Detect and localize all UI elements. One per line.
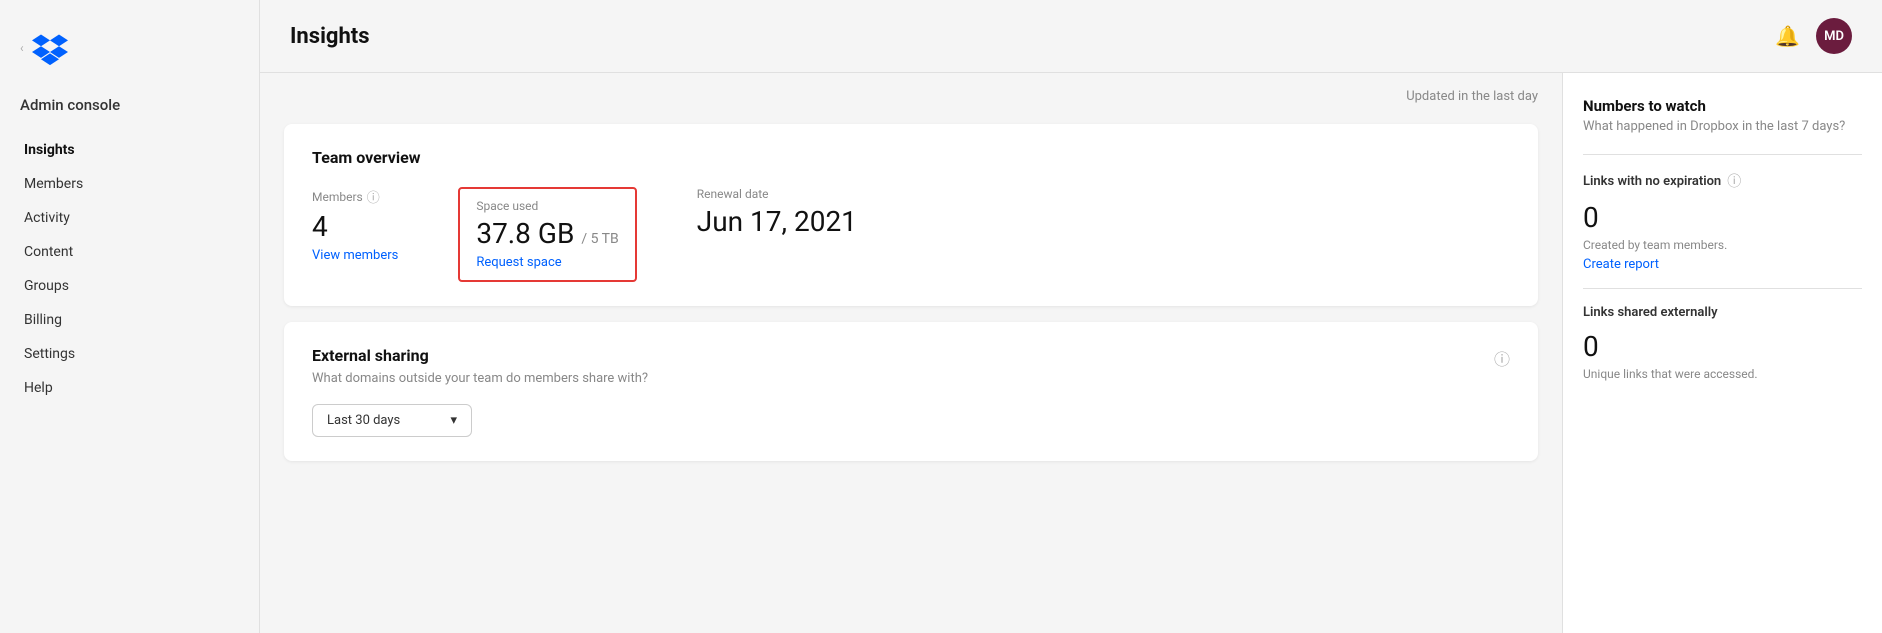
dropdown-value: Last 30 days: [327, 413, 400, 428]
panel-divider: [1583, 154, 1862, 155]
links-no-expiration-label: Links with no expiration ⓘ: [1583, 171, 1862, 191]
external-sharing-title-group: External sharing What domains outside yo…: [312, 346, 648, 404]
main-content: Insights 🔔 MD Updated in the last day Te…: [260, 0, 1882, 633]
panel-divider-2: [1583, 288, 1862, 289]
renewal-stat: Renewal date Jun 17, 2021: [697, 187, 857, 239]
members-label: Members ⓘ: [312, 187, 398, 206]
team-overview-grid: Members ⓘ 4 View members Space used 37.8…: [312, 187, 1510, 282]
content-area: Updated in the last day Team overview Me…: [260, 73, 1562, 633]
renewal-label: Renewal date: [697, 187, 857, 201]
external-sharing-title: External sharing: [312, 346, 648, 365]
links-no-expiration-desc: Created by team members.: [1583, 238, 1862, 252]
renewal-value: Jun 17, 2021: [697, 205, 857, 239]
header-right: 🔔 MD: [1775, 18, 1852, 54]
links-shared-externally-value: 0: [1583, 330, 1862, 363]
panel-title: Numbers to watch: [1583, 97, 1862, 115]
notifications-icon[interactable]: 🔔: [1775, 24, 1800, 48]
sidebar-item-activity[interactable]: Activity: [12, 202, 247, 234]
external-sharing-header: External sharing What domains outside yo…: [312, 346, 1510, 404]
team-overview-card: Team overview Members ⓘ 4 View members S…: [284, 124, 1538, 306]
sidebar-item-groups[interactable]: Groups: [12, 270, 247, 302]
dropbox-logo: [32, 30, 68, 66]
team-overview-title: Team overview: [312, 148, 1510, 167]
space-used-stat: Space used 37.8 GB / 5 TB Request space: [458, 187, 636, 282]
space-used-value: 37.8 GB / 5 TB: [476, 217, 618, 251]
space-used-label: Space used: [476, 199, 618, 213]
members-info-icon[interactable]: ⓘ: [367, 187, 380, 206]
right-panel: Numbers to watch What happened in Dropbo…: [1562, 73, 1882, 633]
links-shared-externally-label: Links shared externally: [1583, 305, 1862, 320]
external-sharing-card: External sharing What domains outside yo…: [284, 322, 1538, 461]
sidebar-item-help[interactable]: Help: [12, 372, 247, 404]
request-space-link[interactable]: Request space: [476, 255, 618, 270]
links-no-exp-info-icon[interactable]: ⓘ: [1727, 171, 1741, 191]
create-report-link[interactable]: Create report: [1583, 257, 1659, 272]
external-sharing-subtitle: What domains outside your team do member…: [312, 371, 648, 386]
sidebar-item-settings[interactable]: Settings: [12, 338, 247, 370]
sidebar-item-billing[interactable]: Billing: [12, 304, 247, 336]
sidebar: ‹ Admin console Insights Members Activit…: [0, 0, 260, 633]
external-sharing-info-icon[interactable]: ⓘ: [1494, 346, 1510, 370]
panel-subtitle: What happened in Dropbox in the last 7 d…: [1583, 119, 1862, 134]
view-members-link[interactable]: View members: [312, 248, 398, 263]
links-shared-externally-desc: Unique links that were accessed.: [1583, 367, 1862, 381]
sidebar-collapse-icon[interactable]: ‹: [20, 41, 24, 55]
admin-console-label: Admin console: [0, 86, 259, 134]
members-stat: Members ⓘ 4 View members: [312, 187, 398, 263]
avatar[interactable]: MD: [1816, 18, 1852, 54]
time-range-dropdown[interactable]: Last 30 days ▾: [312, 404, 472, 437]
main-body: Updated in the last day Team overview Me…: [260, 73, 1882, 633]
sidebar-logo-area: ‹: [0, 20, 259, 86]
sidebar-item-content[interactable]: Content: [12, 236, 247, 268]
sidebar-item-insights[interactable]: Insights: [12, 134, 247, 166]
chevron-down-icon: ▾: [450, 413, 457, 428]
sidebar-nav: Insights Members Activity Content Groups…: [0, 134, 259, 406]
space-used-unit: / 5 TB: [581, 231, 618, 247]
page-title: Insights: [290, 24, 370, 49]
main-header: Insights 🔔 MD: [260, 0, 1882, 73]
update-status: Updated in the last day: [284, 89, 1538, 104]
members-value: 4: [312, 210, 398, 244]
links-no-expiration-value: 0: [1583, 201, 1862, 234]
sidebar-item-members[interactable]: Members: [12, 168, 247, 200]
